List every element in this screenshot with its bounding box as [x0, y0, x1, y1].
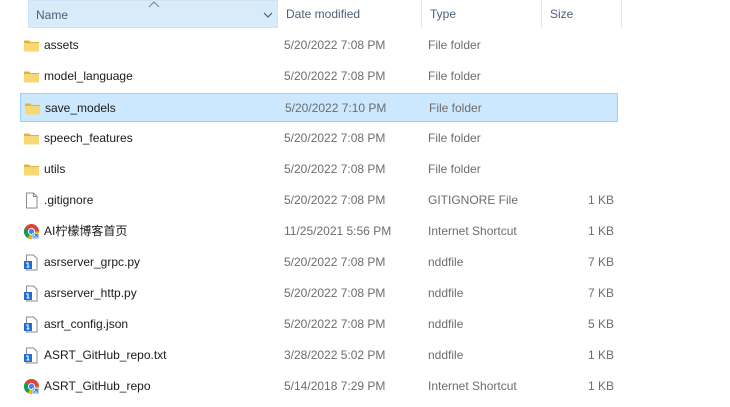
file-size: 5 KB	[587, 317, 614, 331]
folder-icon	[23, 37, 40, 54]
column-header-size-label: Size	[550, 7, 574, 21]
file-date-modified: 5/20/2022 7:08 PM	[284, 317, 386, 331]
nddfile-icon	[23, 254, 40, 271]
file-type: Internet Shortcut	[428, 379, 517, 393]
file-row[interactable]: model_language 5/20/2022 7:08 PM File fold…	[20, 62, 618, 91]
file-size	[546, 124, 614, 153]
chrome-icon	[23, 378, 40, 395]
column-header-type[interactable]: Type	[422, 0, 542, 28]
file-size: 1 KB	[587, 348, 614, 362]
file-size: 7 KB	[587, 255, 614, 269]
file-date-modified: 5/20/2022 7:08 PM	[284, 162, 386, 176]
file-type: nddfile	[428, 255, 464, 269]
folder-icon	[24, 100, 41, 117]
nddfile-icon	[23, 285, 40, 302]
file-name: .gitignore	[44, 193, 94, 207]
file-row[interactable]: .gitignore 5/20/2022 7:08 PM GITIGNORE Fil…	[20, 186, 618, 215]
file-row[interactable]: ASRT_GitHub_repo.txt 3/28/2022 5:02 PM ndd…	[20, 341, 618, 370]
file-row[interactable]: AI柠檬博客首页 11/25/2021 5:56 PM Internet Short…	[20, 217, 618, 246]
file-row[interactable]: assets 5/20/2022 7:08 PM File folder	[20, 31, 618, 60]
file-type: File folder	[428, 162, 481, 176]
file-size	[547, 94, 615, 123]
file-date-modified: 5/20/2022 7:08 PM	[284, 131, 386, 145]
file-name: utils	[44, 162, 66, 176]
file-type: Internet Shortcut	[428, 224, 517, 238]
file-row[interactable]: asrt_config.json 5/20/2022 7:08 PM nddfile…	[20, 310, 618, 339]
file-size: 7 KB	[587, 286, 614, 300]
file-date-modified: 5/20/2022 7:10 PM	[285, 101, 387, 115]
file-row[interactable]: save_models 5/20/2022 7:10 PM File folder	[20, 93, 618, 122]
column-header-name-label: Name	[36, 8, 69, 22]
file-explorer: Name Date modified Type Size assets 5/20/…	[0, 0, 730, 407]
file-date-modified: 5/20/2022 7:08 PM	[284, 286, 386, 300]
nddfile-icon	[23, 316, 40, 333]
file-size	[546, 31, 614, 60]
file-date-modified: 5/20/2022 7:08 PM	[284, 38, 386, 52]
chevron-down-icon[interactable]	[261, 8, 275, 22]
file-type: nddfile	[428, 317, 464, 331]
file-date-modified: 11/25/2021 5:56 PM	[284, 224, 392, 238]
file-type: File folder	[428, 38, 481, 52]
file-size: 1 KB	[587, 193, 614, 207]
file-date-modified: 5/14/2018 7:29 PM	[284, 379, 386, 393]
file-size: 1 KB	[587, 379, 614, 393]
file-row[interactable]: utils 5/20/2022 7:08 PM File folder	[20, 155, 618, 184]
column-header-name[interactable]: Name	[28, 0, 278, 28]
file-date-modified: 5/20/2022 7:08 PM	[284, 255, 386, 269]
file-name: ASRT_GitHub_repo.txt	[44, 348, 167, 362]
file-type: File folder	[428, 69, 481, 83]
file-size: 1 KB	[587, 224, 614, 238]
chrome-icon	[23, 223, 40, 240]
file-name: ASRT_GitHub_repo	[44, 379, 151, 393]
file-name: speech_features	[44, 131, 133, 145]
file-name: AI柠檬博客首页	[44, 224, 128, 238]
file-name: asrt_config.json	[44, 317, 129, 331]
nddfile-icon	[23, 347, 40, 364]
column-header-type-label: Type	[430, 7, 457, 21]
folder-icon	[23, 161, 40, 178]
file-size	[546, 155, 614, 184]
file-type: nddfile	[428, 286, 464, 300]
file-row[interactable]: ASRT_GitHub_repo 5/14/2018 7:29 PM Interne…	[20, 372, 618, 401]
sort-ascending-icon	[148, 1, 160, 8]
file-date-modified: 5/20/2022 7:08 PM	[284, 193, 386, 207]
file-size	[546, 62, 614, 91]
file-date-modified: 5/20/2022 7:08 PM	[284, 69, 386, 83]
column-header-size[interactable]: Size	[542, 0, 622, 28]
document-icon	[23, 192, 40, 209]
column-header-bar: Name Date modified Type Size	[0, 0, 730, 30]
file-name: asrserver_http.py	[44, 286, 137, 300]
file-type: File folder	[429, 101, 482, 115]
file-name: model_language	[44, 69, 133, 83]
file-row[interactable]: speech_features 5/20/2022 7:08 PM File fol…	[20, 124, 618, 153]
column-header-date-label: Date modified	[286, 7, 361, 21]
file-row[interactable]: asrserver_http.py 5/20/2022 7:08 PM nddfil…	[20, 279, 618, 308]
file-row[interactable]: asrserver_grpc.py 5/20/2022 7:08 PM nddfil…	[20, 248, 618, 277]
file-name: assets	[44, 38, 79, 52]
file-type: File folder	[428, 131, 481, 145]
file-name: save_models	[45, 101, 116, 115]
file-type: GITIGNORE File	[428, 193, 519, 207]
folder-icon	[23, 68, 40, 85]
file-name: asrserver_grpc.py	[44, 255, 141, 269]
folder-icon	[23, 130, 40, 147]
file-date-modified: 3/28/2022 5:02 PM	[284, 348, 386, 362]
column-header-date-modified[interactable]: Date modified	[278, 0, 422, 28]
file-type: nddfile	[428, 348, 464, 362]
